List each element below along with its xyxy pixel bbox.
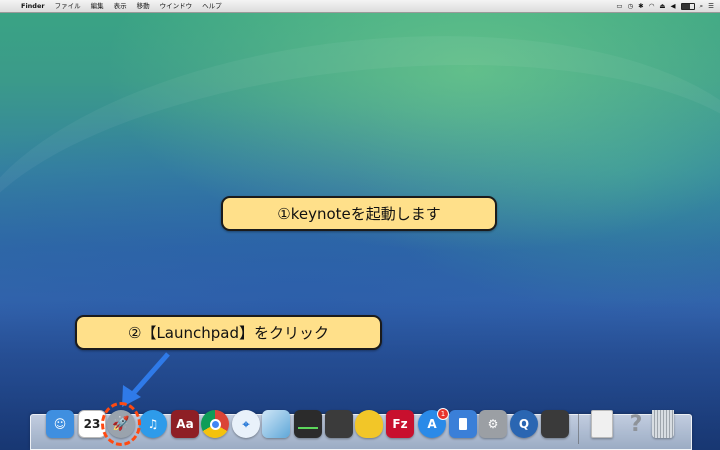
bluetooth-icon[interactable]: ✱ bbox=[638, 0, 643, 12]
battery-icon[interactable] bbox=[680, 2, 695, 10]
menu-bar: Finder ファイル 編集 表示 移動 ウインドウ ヘルプ ▭ ◷ ✱ ◠ ⏏… bbox=[0, 0, 720, 13]
dock-photo-booth-icon[interactable] bbox=[541, 410, 569, 438]
menu-help[interactable]: ヘルプ bbox=[197, 0, 227, 12]
time-machine-icon[interactable]: ◷ bbox=[628, 0, 634, 12]
menu-view[interactable]: 表示 bbox=[109, 0, 132, 12]
dock-activity-monitor-icon[interactable] bbox=[294, 410, 322, 438]
menu-finder[interactable]: Finder bbox=[16, 0, 50, 12]
search-icon[interactable]: ⌕ bbox=[700, 0, 704, 12]
dock-system-preferences-icon[interactable]: ⚙ bbox=[479, 410, 507, 438]
dock-cyberduck-icon[interactable] bbox=[355, 410, 383, 438]
dock-dictionary-icon[interactable]: Aa bbox=[171, 410, 199, 438]
menu-go[interactable]: 移動 bbox=[132, 0, 155, 12]
app-store-badge: 1 bbox=[437, 408, 449, 420]
dock-finder-icon[interactable]: ☺ bbox=[46, 410, 74, 438]
dock-quicktime-icon[interactable]: Q bbox=[510, 410, 538, 438]
menu-file[interactable]: ファイル bbox=[50, 0, 86, 12]
dock-preview-icon[interactable] bbox=[262, 410, 290, 438]
notification-center-icon[interactable]: ☰ bbox=[708, 0, 714, 12]
menu-window[interactable]: ウインドウ bbox=[155, 0, 198, 12]
dock-keynote-icon[interactable] bbox=[449, 410, 477, 438]
callout-step-2-text: ②【Launchpad】をクリック bbox=[128, 324, 329, 342]
dock-separator bbox=[578, 414, 579, 444]
status-area: ▭ ◷ ✱ ◠ ⏏ ◀ ⌕ ☰ bbox=[616, 0, 720, 12]
callout-step-2: ②【Launchpad】をクリック bbox=[75, 315, 382, 350]
dock-final-cut-icon[interactable] bbox=[325, 410, 353, 438]
dock-filezilla-icon[interactable]: Fz bbox=[386, 410, 414, 438]
eject-icon[interactable]: ⏏ bbox=[659, 0, 665, 12]
dock-unknown-icon[interactable]: ? bbox=[622, 410, 650, 438]
dock-chrome-icon[interactable] bbox=[201, 410, 229, 438]
callout-step-1-text: ①keynoteを起動します bbox=[277, 205, 441, 223]
activity-graph bbox=[298, 419, 318, 429]
dock-itunes-icon[interactable]: ♫ bbox=[139, 410, 167, 438]
airplay-icon[interactable]: ▭ bbox=[616, 0, 622, 12]
menu-edit[interactable]: 編集 bbox=[86, 0, 109, 12]
keynote-podium bbox=[459, 418, 467, 430]
wifi-icon[interactable]: ◠ bbox=[649, 0, 655, 12]
callout-step-1: ①keynoteを起動します bbox=[221, 196, 497, 231]
dock-safari-icon[interactable]: ⌖ bbox=[232, 410, 260, 438]
launchpad-highlight-circle bbox=[101, 402, 141, 446]
dock-document-icon[interactable] bbox=[591, 410, 613, 438]
dock-trash-icon[interactable] bbox=[652, 410, 674, 438]
chrome-center-dot bbox=[209, 418, 221, 430]
volume-icon[interactable]: ◀ bbox=[671, 0, 676, 12]
